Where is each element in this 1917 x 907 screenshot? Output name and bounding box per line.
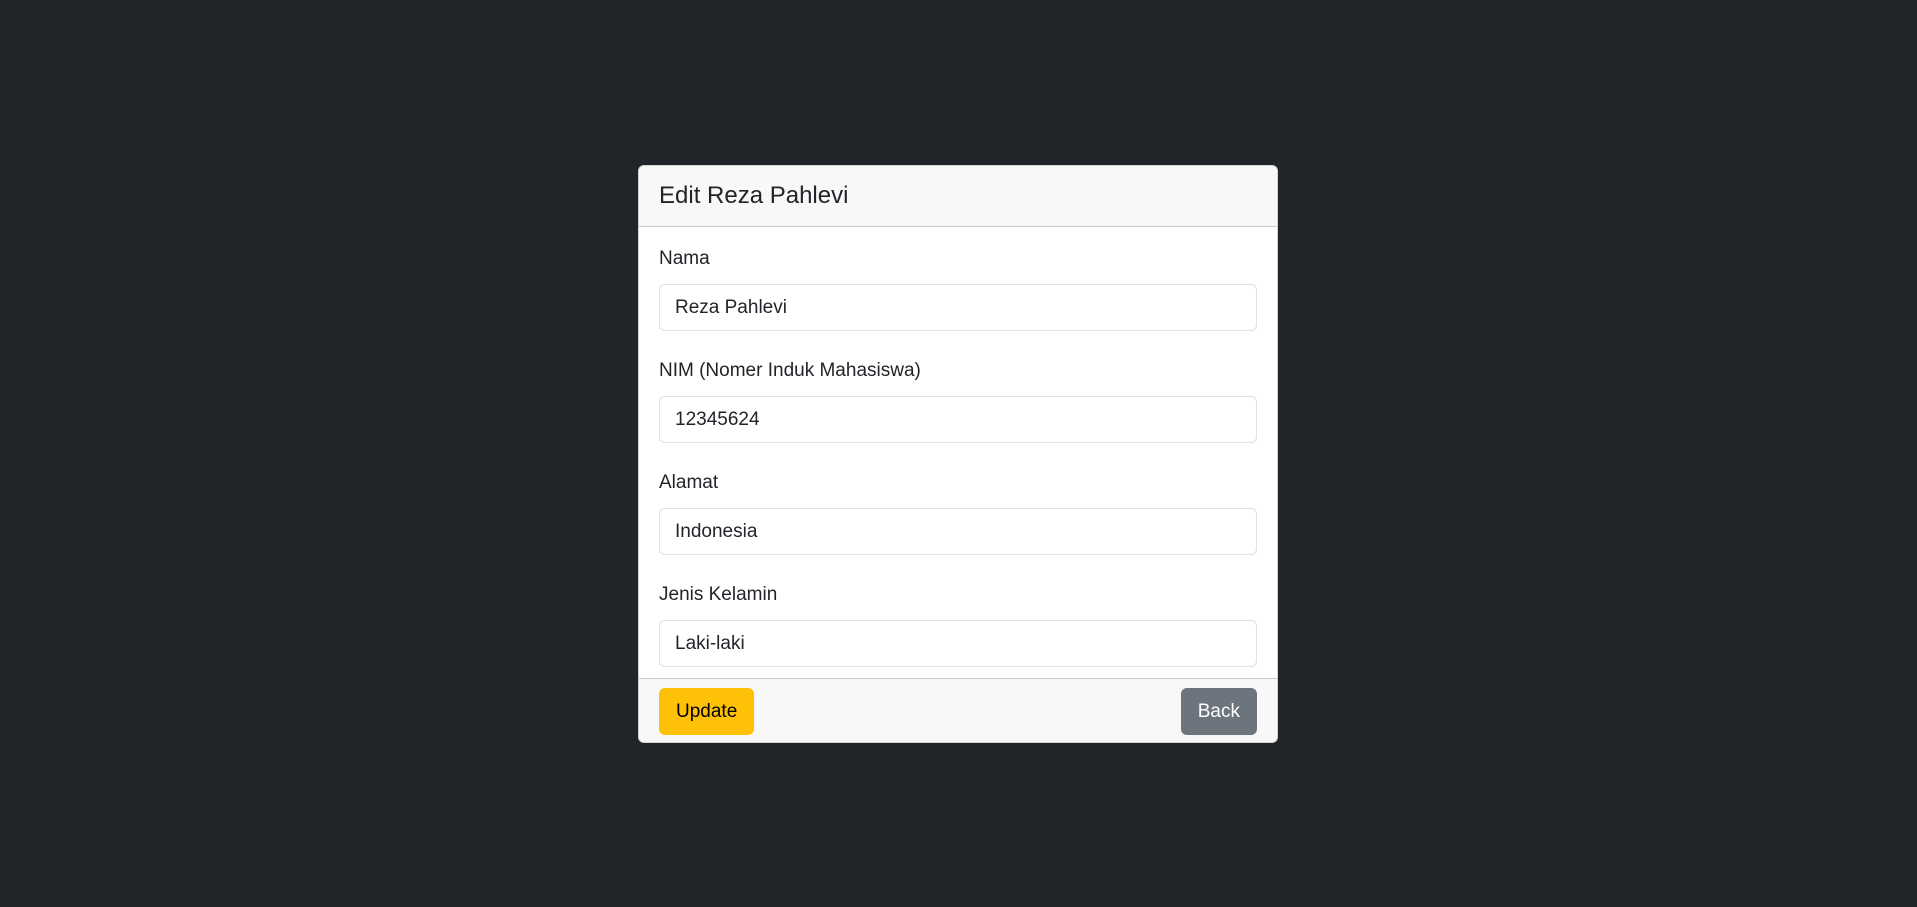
nama-label: Nama bbox=[659, 248, 710, 269]
nim-input[interactable] bbox=[659, 396, 1257, 443]
nim-label: NIM (Nomer Induk Mahasiswa) bbox=[659, 360, 921, 381]
card-header: Edit Reza Pahlevi bbox=[639, 166, 1277, 227]
alamat-input[interactable] bbox=[659, 508, 1257, 555]
nama-input[interactable] bbox=[659, 284, 1257, 331]
nama-group: Nama bbox=[659, 247, 1257, 331]
update-button[interactable]: Update bbox=[659, 688, 755, 735]
jenis-kelamin-input[interactable] bbox=[659, 620, 1257, 667]
card-footer: Update Back bbox=[639, 678, 1277, 742]
back-button[interactable]: Back bbox=[1180, 688, 1257, 735]
alamat-label: Alamat bbox=[659, 472, 719, 493]
alamat-group: Alamat bbox=[659, 471, 1257, 555]
card-body: Nama NIM (Nomer Induk Mahasiswa) Alamat … bbox=[639, 227, 1277, 678]
nim-group: NIM (Nomer Induk Mahasiswa) bbox=[659, 359, 1257, 443]
jenis-kelamin-label: Jenis Kelamin bbox=[659, 584, 778, 605]
edit-card: Edit Reza Pahlevi Nama NIM (Nomer Induk … bbox=[638, 165, 1278, 743]
page-title: Edit Reza Pahlevi bbox=[659, 182, 849, 209]
jenis-kelamin-group: Jenis Kelamin bbox=[659, 583, 1257, 667]
